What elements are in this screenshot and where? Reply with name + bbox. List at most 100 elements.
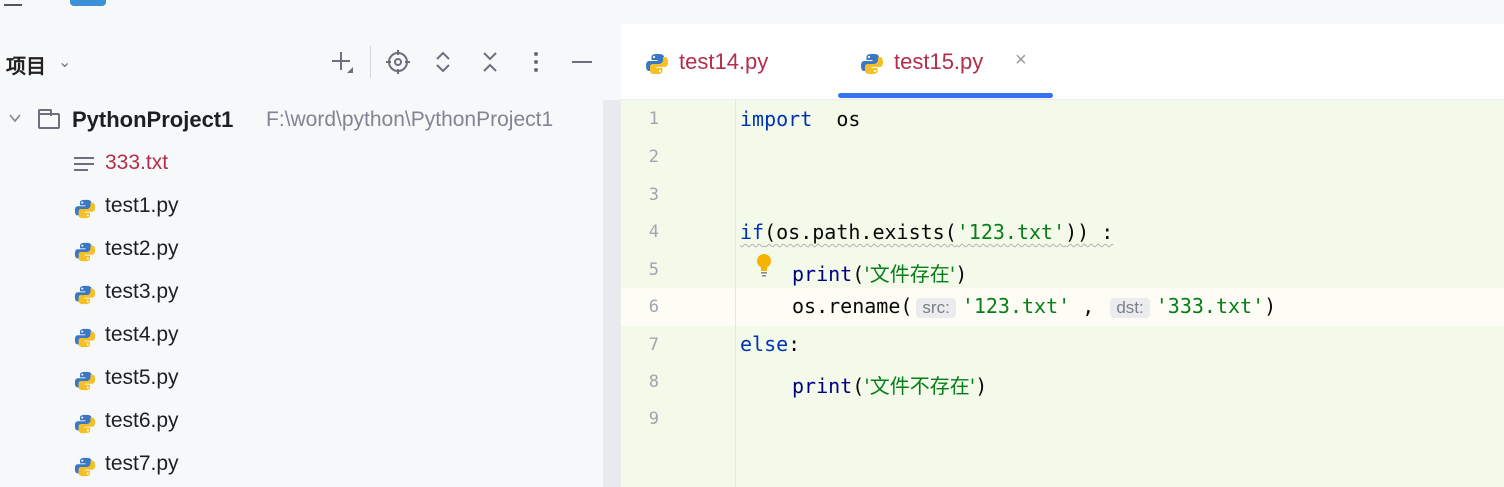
code-line-1: import os (740, 107, 860, 131)
line-number: 9 (648, 409, 659, 429)
line-number: 1 (648, 109, 659, 129)
tree-file-row[interactable]: test1.py (0, 186, 603, 229)
collapse-all-icon-svg (483, 52, 497, 72)
code-text: os.rename( (792, 294, 913, 318)
collapse-all-icon[interactable] (474, 46, 506, 78)
file-name: test6.py (105, 409, 179, 432)
code-text: )) : (1065, 220, 1114, 244)
file-name: test4.py (105, 323, 179, 346)
module-name: os (836, 107, 861, 131)
add-icon[interactable] (326, 46, 358, 78)
code-line-6: os.rename(src: '123.txt' , dst: '333.txt') (792, 294, 1276, 318)
line-number: 8 (648, 372, 659, 392)
line-number: 5 (648, 260, 659, 280)
hide-panel-icon-svg (572, 61, 592, 63)
expand-all-icon[interactable] (427, 46, 459, 78)
main-menu-icon[interactable] (4, 0, 22, 6)
tree-file-row[interactable]: 333.txt (0, 143, 603, 186)
python-file-icon (74, 242, 96, 262)
python-file-icon (74, 328, 96, 348)
code-line-7: else: (740, 332, 800, 356)
keyword: if (740, 220, 765, 244)
chevron-down-icon[interactable]: ⌄ (58, 52, 71, 72)
folder-icon (38, 109, 60, 129)
tree-root-row[interactable]: PythonProject1 F:\word\python\PythonProj… (0, 100, 603, 143)
code-text: : (788, 332, 801, 356)
tree-file-row[interactable]: test7.py (0, 444, 603, 487)
python-file-icon (861, 54, 883, 74)
file-name: test1.py (105, 194, 179, 217)
file-name: test7.py (105, 452, 179, 475)
code-line-5: print('文件存在') (792, 258, 967, 287)
tree-file-row[interactable]: test6.py (0, 401, 603, 444)
tree-file-row[interactable]: test2.py (0, 229, 603, 272)
line-number-gutter: 1 2 3 4 5 6 7 8 9 (621, 100, 736, 487)
python-file-icon (74, 457, 96, 477)
lightbulb-icon[interactable] (755, 253, 773, 279)
more-options-icon[interactable] (520, 46, 552, 78)
panel-title[interactable]: 项目 (6, 50, 46, 79)
line-number: 2 (648, 147, 659, 167)
string-literal: '123.txt' (961, 294, 1071, 318)
project-panel: 项目 ⌄ PythonProject1 F:\word\python\Pytho… (0, 24, 603, 487)
function-name: print (792, 262, 853, 286)
tree-file-row[interactable]: test5.py (0, 358, 603, 401)
locate-icon-svg (386, 50, 410, 74)
string-literal: '123.txt' (956, 220, 1066, 244)
tab-test15[interactable]: test15.py × (860, 24, 1060, 99)
python-file-icon (74, 414, 96, 434)
param-hint: src: (916, 298, 956, 318)
title-bar (0, 0, 1504, 24)
string-literal: '333.txt' (1155, 294, 1265, 318)
tab-test14[interactable]: test14.py (645, 24, 805, 99)
code-text: ( (852, 262, 865, 286)
python-file-icon (74, 199, 96, 219)
file-name: test3.py (105, 280, 179, 303)
editor: test14.py test15.py × 1 2 3 4 5 6 7 8 9 … (621, 24, 1504, 487)
gutter-separator (735, 100, 736, 487)
tree-file-row[interactable]: test4.py (0, 315, 603, 358)
code-text: ) (975, 374, 988, 398)
panel-splitter[interactable] (603, 100, 621, 487)
code-line-8: print('文件不存在') (792, 370, 987, 399)
keyword: import (740, 107, 813, 131)
function-name: print (792, 374, 853, 398)
file-name: 333.txt (105, 151, 169, 174)
line-number: 3 (648, 185, 659, 205)
code-text: ) (1264, 294, 1277, 318)
more-options-icon-svg (534, 52, 538, 72)
code-text: ) (955, 262, 968, 286)
expand-all-icon-svg (436, 51, 450, 73)
line-number: 4 (648, 222, 659, 242)
file-name: test5.py (105, 366, 179, 389)
chevron-down-svg (9, 114, 21, 123)
chevron-down-icon[interactable] (8, 111, 22, 128)
keyword: else (740, 332, 789, 356)
line-number: 7 (648, 335, 659, 355)
code-editor[interactable]: 1 2 3 4 5 6 7 8 9 import os if(os.path.e… (621, 100, 1504, 487)
add-icon-svg (332, 52, 353, 73)
code-fragment: if(os.path.exists('123.txt')) : (740, 220, 1113, 244)
code-text: (os.path.exists( (764, 220, 957, 244)
code-text: ( (852, 374, 865, 398)
code-text: , (1070, 294, 1095, 318)
close-icon[interactable]: × (1015, 49, 1027, 72)
python-file-icon (74, 371, 96, 391)
text-file-icon (74, 157, 94, 171)
string-literal: '文件存在' (864, 262, 956, 286)
tree-file-row[interactable]: test3.py (0, 272, 603, 315)
file-name: test2.py (105, 237, 179, 260)
toolbar-separator (370, 46, 371, 78)
python-file-icon (646, 54, 668, 74)
ide-window: 项目 ⌄ PythonProject1 F:\word\python\Pytho… (0, 0, 1504, 487)
hide-panel-icon[interactable] (566, 46, 598, 78)
root-folder-path: F:\word\python\PythonProject1 (266, 108, 554, 131)
active-tab-indicator (838, 93, 1053, 98)
root-folder-name: PythonProject1 (72, 107, 234, 132)
locate-icon[interactable] (382, 46, 414, 78)
code-line-4: if(os.path.exists('123.txt')) : (740, 220, 1113, 244)
string-literal: '文件不存在' (864, 374, 976, 398)
param-hint: dst: (1110, 298, 1150, 318)
project-panel-header: 项目 ⌄ (0, 24, 603, 100)
project-badge-icon[interactable] (70, 0, 106, 6)
